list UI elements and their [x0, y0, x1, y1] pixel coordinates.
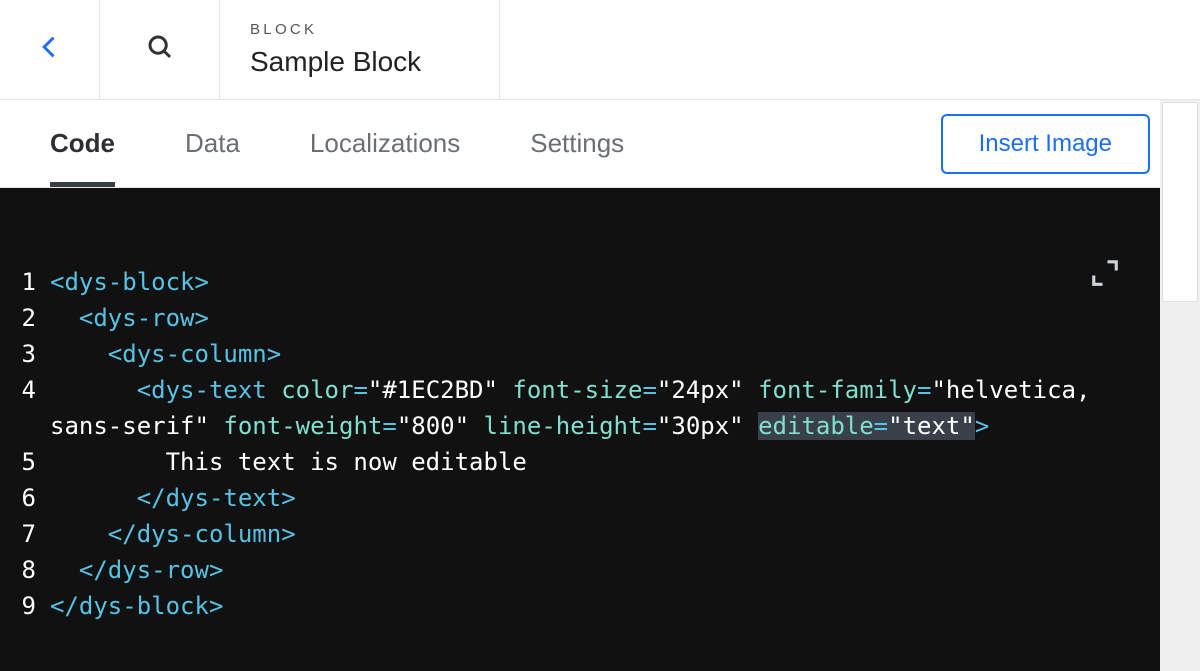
title-block: BLOCK Sample Block — [220, 0, 500, 99]
code-line: 5 This text is now editable — [20, 444, 1100, 480]
search-button[interactable] — [100, 0, 220, 99]
tab-localizations[interactable]: Localizations — [310, 100, 460, 187]
vertical-scrollbar[interactable] — [1160, 100, 1200, 671]
code-content: </dys-row> — [50, 552, 1100, 588]
tab-code[interactable]: Code — [50, 100, 115, 187]
line-number: 1 — [20, 264, 50, 300]
code-content: This text is now editable — [50, 444, 1100, 480]
insert-image-button[interactable]: Insert Image — [941, 114, 1150, 174]
editor-wrap: 1<dys-block>2 <dys-row>3 <dys-column>4 <… — [0, 188, 1160, 671]
header: BLOCK Sample Block — [0, 0, 1200, 100]
code-editor[interactable]: 1<dys-block>2 <dys-row>3 <dys-column>4 <… — [0, 188, 1160, 671]
line-number: 2 — [20, 300, 50, 336]
code-content: <dys-block> — [50, 264, 1100, 300]
code-content: <dys-column> — [50, 336, 1100, 372]
scrollbar-thumb[interactable] — [1162, 102, 1198, 302]
line-number: 8 — [20, 552, 50, 588]
code-content: </dys-column> — [50, 516, 1100, 552]
code-line: 2 <dys-row> — [20, 300, 1100, 336]
code-line: 1<dys-block> — [20, 264, 1100, 300]
back-button[interactable] — [0, 0, 100, 99]
code-line: 3 <dys-column> — [20, 336, 1100, 372]
chevron-left-icon — [36, 33, 64, 66]
code-line: 9</dys-block> — [20, 588, 1100, 624]
code-line: 6 </dys-text> — [20, 480, 1100, 516]
toolbar: Code Data Localizations Settings Insert Ima… — [0, 100, 1200, 188]
code-content: <dys-text color="#1EC2BD" font-size="24p… — [50, 372, 1100, 444]
search-icon — [145, 32, 175, 67]
code-content: </dys-text> — [50, 480, 1100, 516]
header-spacer — [500, 0, 1200, 99]
code-content: </dys-block> — [50, 588, 1100, 624]
code-line: 7 </dys-column> — [20, 516, 1100, 552]
line-number: 9 — [20, 588, 50, 624]
code-line: 8 </dys-row> — [20, 552, 1100, 588]
line-number: 7 — [20, 516, 50, 552]
code-content: <dys-row> — [50, 300, 1100, 336]
line-number: 4 — [20, 372, 50, 444]
expand-icon[interactable] — [1090, 258, 1120, 288]
tab-data[interactable]: Data — [185, 100, 240, 187]
page-title: Sample Block — [250, 46, 421, 78]
tab-list: Code Data Localizations Settings — [50, 100, 624, 187]
tab-settings[interactable]: Settings — [530, 100, 624, 187]
line-number: 5 — [20, 444, 50, 480]
title-suptitle: BLOCK — [250, 21, 317, 38]
line-number: 6 — [20, 480, 50, 516]
code-line: 4 <dys-text color="#1EC2BD" font-size="2… — [20, 372, 1100, 444]
line-number: 3 — [20, 336, 50, 372]
